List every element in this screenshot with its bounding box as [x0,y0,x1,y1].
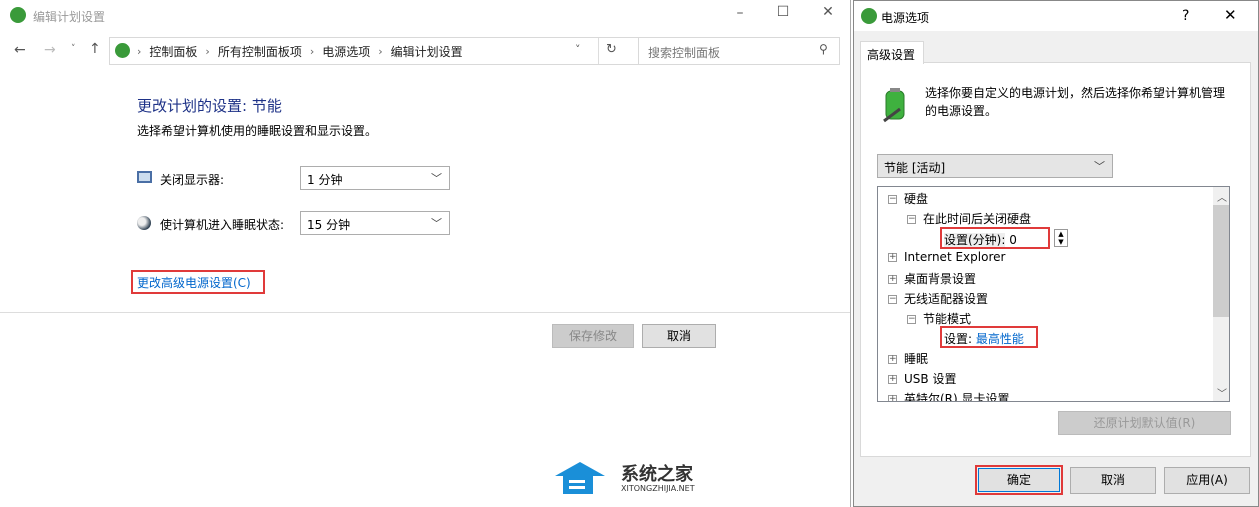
power-options-dialog: 电源选项 ? ✕ 高级设置 选择你要自定义的电源计划，然后选择你希望计算机管理的… [853,0,1259,507]
apply-button[interactable]: 应用(A) [1164,467,1250,494]
battery-icon [880,87,910,123]
control-panel-icon [115,43,130,58]
close-button[interactable]: ✕ [813,4,843,20]
scrollbar-thumb[interactable] [1213,205,1229,317]
dialog-close-button[interactable]: ✕ [1224,6,1237,24]
expand-icon: + [888,354,897,364]
watermark-url: XITONGZHIJIA.NET [621,484,695,493]
expand-icon: + [888,374,897,384]
search-input[interactable]: 搜索控制面板 ⚲ [638,37,840,65]
dialog-cancel-button[interactable]: 取消 [1070,467,1156,494]
help-button[interactable]: ? [1182,8,1189,24]
page-subtitle: 选择希望计算机使用的睡眠设置和显示设置。 [137,124,378,138]
expand-icon: + [888,274,897,284]
back-button[interactable]: ← [14,42,26,58]
breadcrumb-edit-plan[interactable]: 编辑计划设置 [391,43,463,60]
tab-advanced-settings[interactable]: 高级设置 [860,41,924,64]
tree-item-hdd[interactable]: − 硬盘 [888,190,928,207]
breadcrumb-all-items[interactable]: 所有控制面板项 [218,43,302,60]
power-options-icon [861,8,877,24]
collapse-icon: − [907,214,916,224]
display-off-select[interactable]: 1 分钟 ﹀ [300,166,450,190]
hdd-minutes-input: 0 [1009,233,1017,247]
tree-item-usb[interactable]: + USB 设置 [888,370,956,387]
window-title: 编辑计划设置 [33,10,106,24]
maximize-button[interactable]: ☐ [768,4,798,20]
tree-item-wireless[interactable]: − 无线适配器设置 [888,290,988,307]
watermark-logo-icon [555,460,605,496]
address-dropdown[interactable]: ˅ [575,43,581,56]
search-icon: ⚲ [819,42,828,56]
breadcrumb-control-panel[interactable]: 控制面板 [149,43,197,60]
dialog-title: 电源选项 [881,11,930,25]
collapse-icon: − [888,294,897,304]
expand-icon: + [888,252,897,262]
ok-button[interactable]: 确定 [978,468,1060,492]
minutes-spinner[interactable]: ▲ ▼ [1054,229,1068,247]
refresh-button[interactable]: ↻ [606,42,617,57]
moon-icon [137,216,151,230]
edit-plan-window: 编辑计划设置 – ☐ ✕ ← → ˅ ↑ › 控制面板 › 所有控制面板项 › 电源选… [0,0,851,507]
restore-defaults-button[interactable]: 还原计划默认值(R) [1058,411,1231,435]
recent-dropdown[interactable]: ˅ [71,44,76,54]
power-plan-icon [10,7,26,23]
hdd-setting[interactable]: 设置(分钟): 0 [940,227,1050,249]
collapse-icon: − [888,194,897,204]
expand-icon: + [888,394,897,402]
collapse-icon: − [907,314,916,324]
scroll-up-icon[interactable]: ︿ [1217,189,1227,204]
search-placeholder: 搜索控制面板 [648,46,721,60]
minimize-button[interactable]: – [725,5,755,21]
dialog-description: 选择你要自定义的电源计划，然后选择你希望计算机管理的电源设置。 [925,86,1226,118]
tree-item-hdd-off[interactable]: − 在此时间后关闭硬盘 [907,210,1031,227]
monitor-icon [137,171,152,183]
up-button[interactable]: ↑ [89,41,101,57]
tree-item-ie[interactable]: + Internet Explorer [888,250,1005,264]
forward-button[interactable]: → [44,42,56,58]
tree-item-desktop[interactable]: + 桌面背景设置 [888,270,976,287]
settings-tree[interactable]: − 硬盘 − 在此时间后关闭硬盘 设置(分钟): 0 ▲ ▼ + Internet Ex… [877,186,1230,402]
display-off-label: 关闭显示器: [160,173,225,187]
tree-item-intel[interactable]: + 英特尔(R) 显卡设置 [888,390,1010,402]
breadcrumb-power-options[interactable]: 电源选项 [322,43,370,60]
divider [0,312,850,313]
cancel-button[interactable]: 取消 [642,324,716,348]
watermark-name: 系统之家 [621,464,693,485]
power-mode-setting[interactable]: 设置: 最高性能 [940,326,1038,348]
plan-select[interactable]: 节能 [活动] ﹀ [877,154,1113,178]
scroll-down-icon[interactable]: ﹀ [1217,385,1227,400]
save-button[interactable]: 保存修改 [552,324,634,348]
page-title: 更改计划的设置: 节能 [137,97,282,115]
sleep-select[interactable]: 15 分钟 ﹀ [300,211,450,235]
tree-item-power-mode[interactable]: − 节能模式 [907,310,971,327]
tree-item-sleep[interactable]: + 睡眠 [888,350,928,367]
advanced-settings-link[interactable]: 更改高级电源设置(C) [137,274,251,291]
sleep-label: 使计算机进入睡眠状态: [160,218,285,232]
